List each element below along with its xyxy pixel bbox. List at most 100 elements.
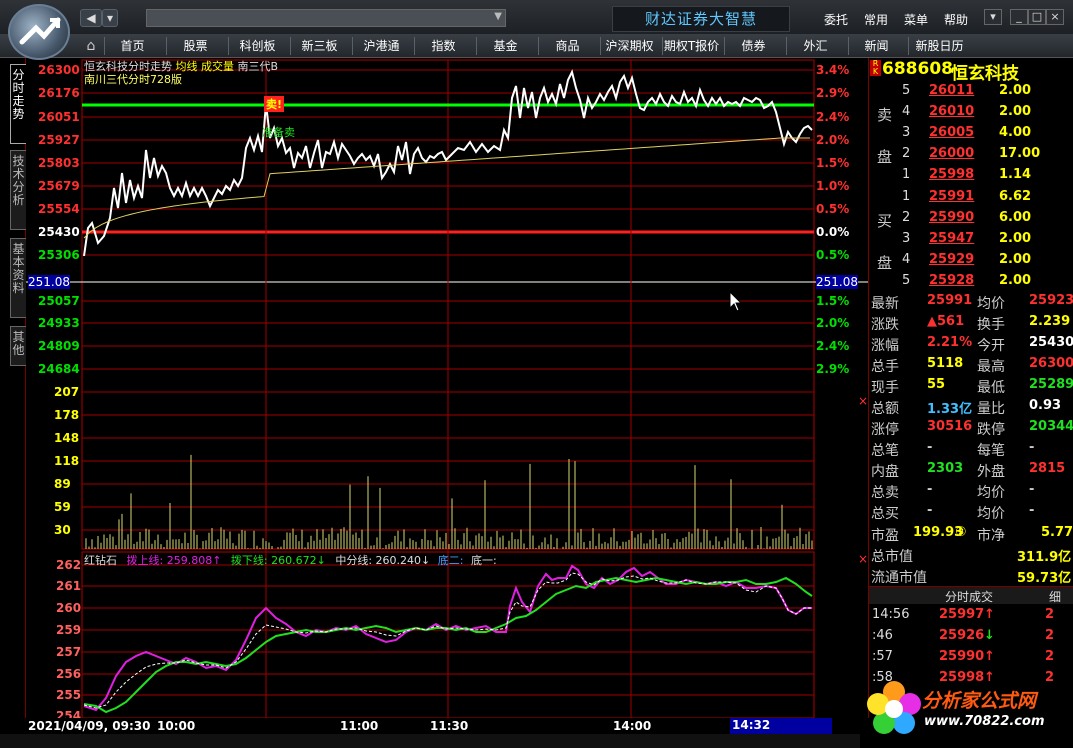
address-dropdown-icon[interactable]: ▼ bbox=[494, 11, 502, 22]
ticks-header-bar: 分时成交 细 bbox=[869, 586, 1073, 604]
nav-forex[interactable]: 外汇 bbox=[786, 37, 844, 55]
restore-button[interactable]: ▾ bbox=[984, 9, 1002, 25]
tab-intraday-label: 分时走势 bbox=[12, 68, 25, 121]
stat-value: 5118 bbox=[927, 356, 964, 371]
tab-technical[interactable]: 技术分析 bbox=[10, 150, 26, 230]
indicator-tick: 255 bbox=[56, 688, 82, 702]
indicator-tick: 257 bbox=[56, 645, 82, 659]
nav-neeq[interactable]: 新三板 bbox=[290, 37, 348, 55]
nav-hk-connect[interactable]: 沪港通 bbox=[352, 37, 410, 55]
nav-option-t-quote[interactable]: 期权T报价 bbox=[662, 37, 720, 55]
tick-time: 14:56 bbox=[872, 607, 910, 622]
buy-price: 25991 bbox=[929, 189, 975, 204]
maximize-button[interactable]: □ bbox=[1028, 9, 1046, 25]
close-indicator-icon[interactable]: × bbox=[858, 552, 868, 566]
tab-fundamentals[interactable]: 基本资料 bbox=[10, 238, 26, 318]
nav-bonds[interactable]: 债券 bbox=[724, 37, 782, 55]
nav-home[interactable]: 首页 bbox=[104, 37, 160, 55]
home-icon[interactable]: ⌂ bbox=[80, 37, 102, 55]
lower-pct-tick: 2.9% bbox=[816, 362, 850, 376]
stat-value: 25923 bbox=[1029, 293, 1073, 308]
sell-price: 26011 bbox=[929, 83, 975, 98]
menu-help[interactable]: 帮助 bbox=[944, 11, 968, 28]
close-button[interactable]: × bbox=[1046, 9, 1064, 25]
tick-arrow: ↓ bbox=[984, 628, 995, 643]
intraday-chart[interactable]: 恒玄科技分时走势 均线 成交量 南三代B 南川三代分时728版 卖! 准备卖 2… bbox=[26, 58, 868, 723]
nav-index[interactable]: 指数 bbox=[414, 37, 472, 55]
sell-volume: 4.00 bbox=[999, 125, 1032, 140]
stat-label: 总手 bbox=[871, 359, 899, 375]
float-mcap-label: 流通市值 bbox=[871, 570, 927, 586]
indicator-lower: 拨下线: 260.672↓ bbox=[230, 554, 326, 567]
menu-common[interactable]: 常用 bbox=[864, 11, 888, 28]
time-axis-1000: 10:00 bbox=[157, 719, 196, 733]
chart-canvas[interactable] bbox=[26, 58, 868, 718]
tab-other[interactable]: 其他 bbox=[10, 326, 26, 366]
tick-volume: 2 bbox=[1045, 607, 1055, 622]
sell-volume: 17.00 bbox=[999, 146, 1041, 161]
nav-star-market[interactable]: 科创板 bbox=[228, 37, 286, 55]
buy-volume: 2.00 bbox=[999, 231, 1032, 246]
buy-level: 5 bbox=[902, 273, 911, 288]
stat-label: 涨停 bbox=[871, 422, 899, 438]
pb-value: 5.77 bbox=[1041, 525, 1073, 540]
stat-value: 25289 bbox=[1029, 377, 1073, 392]
stat-value: - bbox=[1029, 503, 1035, 518]
close-volume-icon[interactable]: × bbox=[858, 394, 868, 408]
nav-options[interactable]: 沪深期权 bbox=[600, 37, 658, 55]
app-title: 财达证券大智慧 bbox=[612, 6, 790, 32]
menu-trade[interactable]: 委托 bbox=[824, 11, 848, 28]
highlight-price-left: 251.08 bbox=[28, 275, 70, 289]
stat-label: 外盘 bbox=[977, 464, 1005, 480]
pct-tick: 0.0% bbox=[816, 225, 850, 239]
pct-tick: 0.5% bbox=[816, 202, 850, 216]
tab-other-label: 其他 bbox=[12, 330, 25, 357]
sell-level: 1 bbox=[902, 167, 911, 182]
stat-label: 最新 bbox=[871, 296, 899, 312]
nav-stocks[interactable]: 股票 bbox=[166, 37, 224, 55]
lower-pct-tick: 2.0% bbox=[816, 316, 850, 330]
tick-arrow: ↑ bbox=[984, 607, 995, 622]
stat-value: ▲561 bbox=[927, 314, 965, 329]
prepare-sell-annotation: 准备卖 bbox=[262, 126, 295, 139]
stat-value: 20344 bbox=[1029, 419, 1073, 434]
time-axis-1100: 11:00 bbox=[340, 719, 379, 733]
tab-intraday[interactable]: 分时走势 bbox=[10, 64, 26, 144]
buy-volume: 2.00 bbox=[999, 252, 1032, 267]
sell-label: 卖 bbox=[877, 106, 893, 124]
sell-volume: 2.00 bbox=[999, 104, 1032, 119]
minimize-button[interactable]: _ bbox=[1010, 9, 1028, 25]
buy-level: 4 bbox=[902, 252, 911, 267]
nav-commodities[interactable]: 商品 bbox=[538, 37, 596, 55]
stat-value: 30516 bbox=[927, 419, 973, 434]
tick-price: 25990 bbox=[939, 649, 985, 664]
address-bar[interactable]: ▼ bbox=[146, 9, 506, 27]
dropdown-button[interactable]: ▾ bbox=[102, 9, 118, 27]
lower-price-tick: 25057 bbox=[38, 294, 80, 308]
indicator-mid: 中分线: 260.240↓ bbox=[335, 554, 431, 567]
nav-news[interactable]: 新闻 bbox=[848, 37, 904, 55]
ticks-header[interactable]: 分时成交 bbox=[945, 588, 993, 605]
menu-menu[interactable]: 菜单 bbox=[904, 11, 928, 28]
indicator-title: 红钻石 bbox=[84, 554, 117, 567]
indicator-bottom1: 底一: bbox=[470, 554, 497, 567]
stat-label: 涨跌 bbox=[871, 317, 899, 333]
stat-value: - bbox=[1029, 440, 1035, 455]
nav-funds[interactable]: 基金 bbox=[476, 37, 534, 55]
back-button[interactable]: ◀ bbox=[80, 9, 102, 27]
nav-ipo-calendar[interactable]: 新股日历 bbox=[908, 37, 970, 55]
stat-label: 最低 bbox=[977, 380, 1005, 396]
sell-level: 2 bbox=[902, 146, 911, 161]
price-tick: 25430 bbox=[38, 225, 80, 239]
volume-tick: 30 bbox=[54, 523, 71, 537]
volume-tick: 148 bbox=[54, 431, 80, 445]
ticks-detail-tab[interactable]: 细 bbox=[1049, 588, 1061, 605]
stat-value: - bbox=[1029, 482, 1035, 497]
stat-label: 量比 bbox=[977, 401, 1005, 417]
mcap-value: 311.9亿 bbox=[1017, 550, 1072, 565]
rk-badge[interactable]: R K bbox=[870, 60, 881, 76]
stock-code: 688608 bbox=[882, 59, 953, 79]
stat-label: 换手 bbox=[977, 317, 1005, 333]
stat-label: 总额 bbox=[871, 401, 899, 417]
stat-label: 跌停 bbox=[977, 422, 1005, 438]
